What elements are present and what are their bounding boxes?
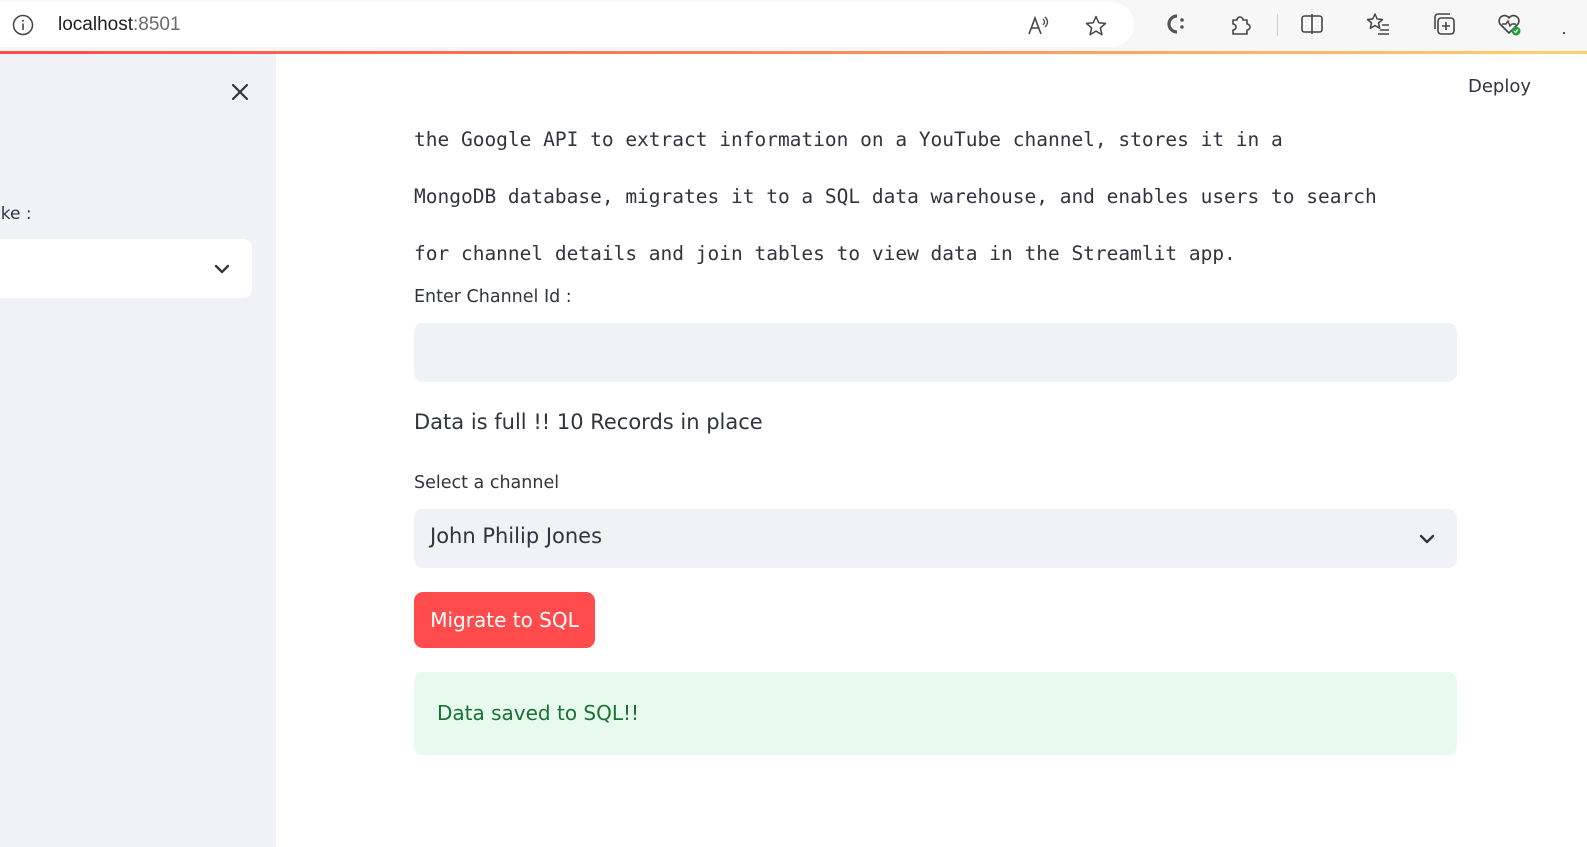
more-menu-icon[interactable]: · bbox=[1561, 22, 1567, 43]
star-icon[interactable] bbox=[1084, 14, 1108, 38]
sidebar: ike : bbox=[0, 54, 276, 847]
migrate-to-sql-button[interactable]: Migrate to SQL bbox=[414, 592, 595, 648]
chevron-down-icon[interactable] bbox=[1417, 529, 1437, 549]
close-icon[interactable] bbox=[228, 80, 252, 104]
address-bar[interactable]: localhost:8501 bbox=[0, 2, 1134, 47]
url-port: :8501 bbox=[133, 14, 181, 35]
split-screen-icon[interactable] bbox=[1299, 11, 1325, 37]
description-line: MongoDB database, migrates it to a SQL d… bbox=[414, 185, 1377, 208]
channel-select[interactable]: John Philip Jones bbox=[414, 509, 1457, 568]
description-line: the Google API to extract information on… bbox=[414, 128, 1283, 151]
url-host: localhost bbox=[58, 14, 133, 35]
deploy-button[interactable]: Deploy bbox=[1468, 76, 1531, 97]
browser-essentials-icon[interactable] bbox=[1496, 11, 1522, 37]
url-text[interactable]: localhost:8501 bbox=[58, 14, 181, 36]
sidebar-select-label: ike : bbox=[0, 204, 32, 224]
success-message: Data saved to SQL!! bbox=[437, 701, 640, 725]
chevron-down-icon[interactable] bbox=[212, 259, 232, 279]
channel-select-value: John Philip Jones bbox=[430, 524, 603, 548]
channel-select-label: Select a channel bbox=[414, 473, 560, 493]
copilot-icon[interactable] bbox=[1163, 11, 1189, 37]
info-icon[interactable] bbox=[12, 14, 34, 36]
channel-id-input[interactable] bbox=[414, 323, 1457, 382]
app-description: the Google API to extract information on… bbox=[414, 111, 1474, 282]
collections-icon[interactable] bbox=[1431, 11, 1457, 37]
read-aloud-icon[interactable] bbox=[1026, 14, 1050, 38]
toolbar-separator bbox=[1277, 14, 1278, 36]
sidebar-select[interactable] bbox=[0, 239, 252, 298]
status-message: Data is full !! 10 Records in place bbox=[414, 410, 763, 434]
puzzle-icon[interactable] bbox=[1228, 11, 1254, 37]
success-alert: Data saved to SQL!! bbox=[414, 672, 1457, 755]
description-line: for channel details and join tables to v… bbox=[414, 242, 1236, 265]
channel-id-label: Enter Channel Id : bbox=[414, 287, 572, 307]
favorites-icon[interactable] bbox=[1365, 11, 1391, 37]
browser-toolbar: localhost:8501 · bbox=[0, 0, 1587, 54]
